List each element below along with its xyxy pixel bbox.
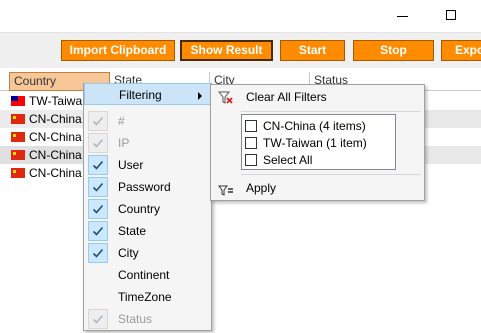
filter-option-label: Select All (263, 153, 313, 167)
country-cell: CN-China (29, 130, 82, 144)
menu-item-status[interactable]: Status (84, 308, 211, 330)
filter-option-select-all[interactable]: Select All (245, 152, 393, 168)
stop-button[interactable]: Stop (353, 40, 434, 61)
filter-checkbox[interactable] (245, 137, 257, 149)
menu-item-label: TimeZone (118, 290, 172, 304)
checkmark-icon (88, 221, 108, 241)
country-cell: CN-China (29, 148, 82, 162)
china-flag-icon (11, 114, 25, 124)
menu-item-label: Continent (118, 268, 170, 282)
import-clipboard-button[interactable]: Import Clipboard (61, 40, 175, 61)
menu-item-label: City (118, 246, 139, 260)
menu-item-label: # (118, 114, 125, 128)
clear-all-filters-label: Clear All Filters (246, 90, 327, 104)
clear-filter-icon (217, 90, 234, 112)
clear-all-filters-item[interactable]: Clear All Filters (212, 86, 423, 108)
checkmark-icon (88, 309, 108, 329)
apply-label: Apply (246, 181, 277, 195)
menu-item-ip[interactable]: IP (84, 132, 211, 154)
menu-item-timezone[interactable]: TimeZone (84, 286, 211, 308)
start-button[interactable]: Start (280, 40, 345, 61)
menu-item-state[interactable]: State (84, 220, 211, 242)
menu-item-label: Filtering (119, 88, 162, 102)
menu-item-continent[interactable]: Continent (84, 264, 211, 286)
filter-checkbox[interactable] (245, 154, 257, 166)
china-flag-icon (11, 132, 25, 142)
filter-checkbox[interactable] (245, 120, 257, 132)
china-flag-icon (11, 150, 25, 160)
menu-item-label: Country (118, 202, 161, 216)
menu-separator (241, 174, 421, 175)
export-button[interactable]: Expo (441, 40, 481, 61)
menu-item-label: State (118, 224, 147, 238)
minimize-icon[interactable] (397, 16, 408, 17)
menu-item-label: Status (118, 312, 153, 326)
menu-separator (241, 111, 421, 112)
filter-option-label: CN-China (4 items) (263, 119, 366, 133)
menu-item-country[interactable]: Country (84, 198, 211, 220)
show-result-button[interactable]: Show Result (180, 40, 273, 61)
china-flag-icon (11, 168, 25, 178)
filter-option-tw-taiwan[interactable]: TW-Taiwan (1 item) (245, 135, 393, 151)
menu-item-user[interactable]: User (84, 154, 211, 176)
maximize-icon[interactable] (446, 10, 456, 20)
checkmark-icon (88, 111, 108, 131)
country-cell: CN-China (29, 166, 82, 180)
menu-item-city[interactable]: City (84, 242, 211, 264)
taiwan-flag-icon (11, 96, 25, 106)
submenu-arrow-icon (198, 92, 202, 100)
checkmark-icon (88, 199, 108, 219)
country-cell: TW-Taiwan (29, 94, 89, 108)
checkmark-icon (88, 133, 108, 153)
apply-filter-icon (218, 182, 234, 204)
menu-item-label: IP (118, 136, 130, 150)
menu-item-label: Password (118, 180, 171, 194)
filter-option-label: TW-Taiwan (1 item) (263, 136, 367, 150)
menu-item-label: User (118, 158, 144, 172)
menu-item-password[interactable]: Password (84, 176, 211, 198)
apply-filter-item[interactable]: Apply (212, 177, 423, 199)
title-bar (0, 0, 481, 32)
menu-item-filtering[interactable]: Filtering (84, 83, 211, 105)
checkmark-icon (88, 155, 108, 175)
checkmark-icon (88, 177, 108, 197)
filter-option-cn-china[interactable]: CN-China (4 items) (245, 118, 393, 134)
menu-item-hash[interactable]: # (84, 110, 211, 132)
country-cell: CN-China (29, 112, 82, 126)
checkmark-icon (88, 243, 108, 263)
